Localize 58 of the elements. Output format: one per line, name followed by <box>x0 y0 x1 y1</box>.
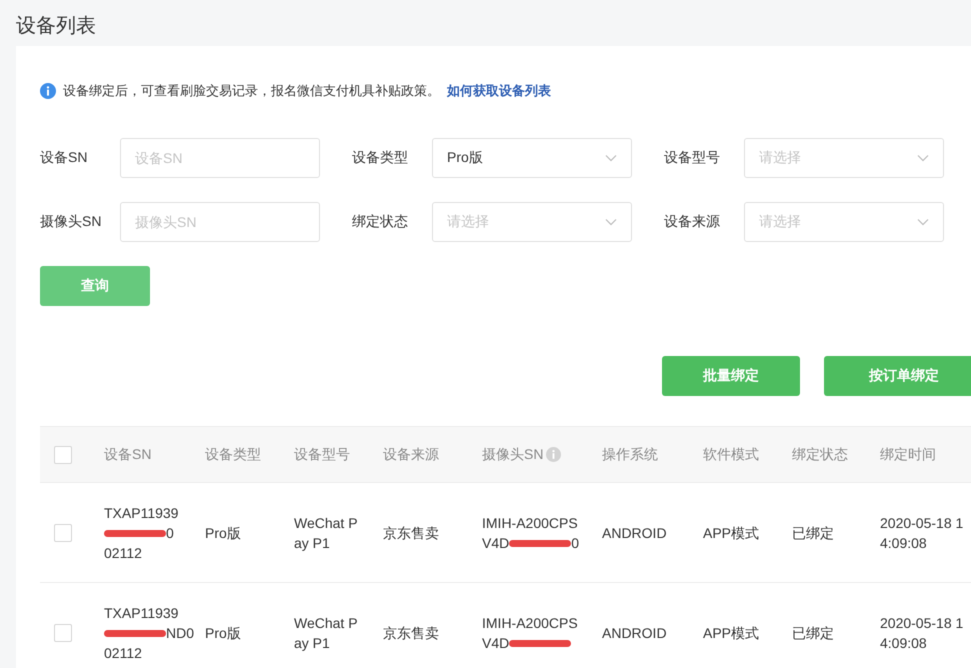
table-cell-text: Pro版 <box>205 524 242 542</box>
info-icon <box>40 83 56 99</box>
field-label: 设备型号 <box>664 149 721 167</box>
select-field[interactable]: 请选择 <box>744 138 944 178</box>
field-label: 绑定状态 <box>352 213 409 231</box>
checkbox[interactable] <box>54 446 72 464</box>
column-header: 设备类型 <box>205 446 261 464</box>
select-field[interactable]: 请选择 <box>744 202 944 242</box>
field-label: 设备类型 <box>352 149 409 167</box>
column-header: 摄像头SN <box>482 446 544 464</box>
redaction-mark <box>509 640 572 648</box>
table-cell-text: TXAP11939 ND0 02112 <box>104 604 196 662</box>
select-field[interactable]: Pro版 <box>432 138 632 178</box>
checkbox[interactable] <box>54 524 72 542</box>
redaction-mark <box>509 540 572 548</box>
table-cell-text: ANDROID <box>602 624 668 642</box>
table-cell-text: 已绑定 <box>792 624 835 642</box>
column-header: 绑定状态 <box>792 446 848 464</box>
chevron-down-icon <box>917 218 929 226</box>
column-header: 设备型号 <box>294 446 350 464</box>
info-icon <box>546 447 562 462</box>
page-title: 设备列表 <box>15 14 97 39</box>
bind-button[interactable]: 按订单绑定 <box>824 356 971 396</box>
field-label: 摄像头SN <box>40 213 102 231</box>
table-cell-text: APP模式 <box>703 524 760 542</box>
table-cell-text: WeChat P ay P1 <box>294 514 359 552</box>
table-cell-text: ANDROID <box>602 524 668 542</box>
chevron-down-icon <box>605 154 617 162</box>
field-label: 设备SN <box>40 149 88 167</box>
help-link[interactable]: 如何获取设备列表 <box>447 82 551 100</box>
redaction-mark <box>104 630 166 638</box>
column-header: 软件模式 <box>703 446 759 464</box>
table-cell-text: 2020-05-18 1 4:09:08 <box>880 614 964 652</box>
table-cell-text: WeChat P ay P1 <box>294 614 359 652</box>
table-cell-text: TXAP11939 0 02112 <box>104 504 180 562</box>
table-cell-text: 2020-05-18 1 4:09:08 <box>880 514 964 552</box>
table-cell-text: APP模式 <box>703 624 760 642</box>
input-field[interactable]: 摄像头SN <box>120 202 320 242</box>
column-header: 设备SN <box>104 446 152 464</box>
redaction-mark <box>104 530 166 538</box>
notice-text: 设备绑定后，可查看刷脸交易记录，报名微信支付机具补贴政策。 <box>63 82 440 100</box>
query-button[interactable]: 查询 <box>40 266 150 306</box>
select-field[interactable]: 请选择 <box>432 202 632 242</box>
chevron-down-icon <box>605 218 617 226</box>
table-cell-text: IMIH-A200CPS V4D 0 <box>482 514 580 552</box>
checkbox[interactable] <box>54 624 72 642</box>
chevron-down-icon <box>917 154 929 162</box>
table-cell-text: 京东售卖 <box>383 524 440 542</box>
input-field[interactable]: 设备SN <box>120 138 320 178</box>
bind-button[interactable]: 批量绑定 <box>662 356 800 396</box>
column-header: 设备来源 <box>383 446 439 464</box>
field-label: 设备来源 <box>664 213 721 231</box>
table-cell-text: 已绑定 <box>792 524 835 542</box>
table-cell-text: IMIH-A200CPS V4D <box>482 614 579 652</box>
column-header: 绑定时间 <box>880 446 936 464</box>
table-cell-text: 京东售卖 <box>383 624 440 642</box>
table-cell-text: Pro版 <box>205 624 242 642</box>
column-header: 操作系统 <box>602 446 658 464</box>
